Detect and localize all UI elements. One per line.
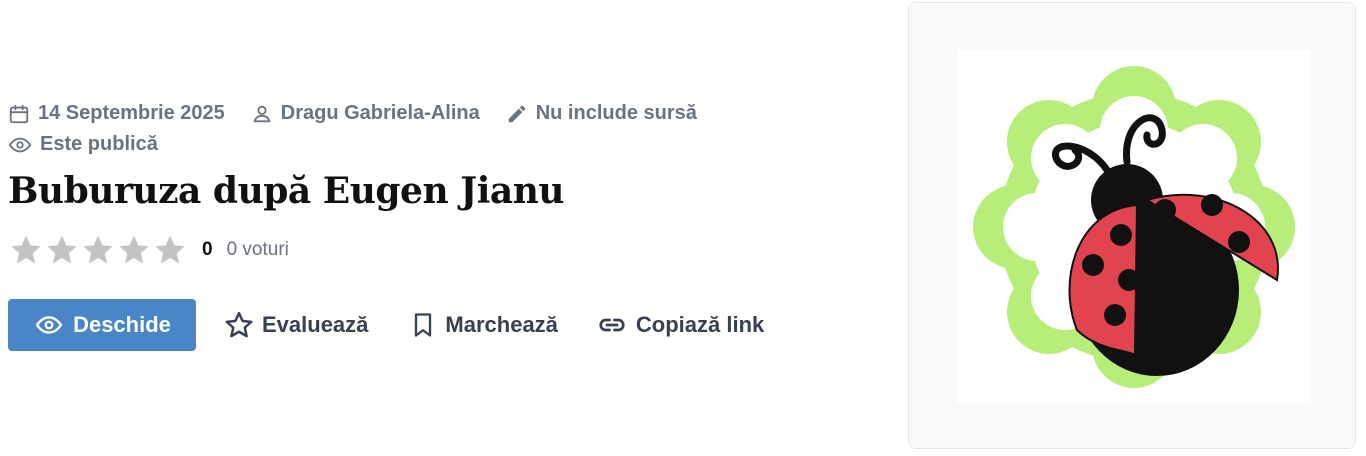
copy-link-button[interactable]: Copiază link: [596, 310, 764, 340]
star-outline-icon: [225, 311, 253, 338]
meta-source: Nu include sursă: [506, 102, 697, 125]
star-icon[interactable]: [8, 232, 44, 268]
eye-icon: [8, 137, 32, 152]
action-bar: Deschide Evaluează Marchează Copiază lin…: [8, 299, 764, 351]
open-button[interactable]: Deschide: [8, 299, 196, 351]
meta-row-visibility: Este publică: [8, 133, 184, 156]
star-icon[interactable]: [80, 232, 116, 268]
bookmark-icon: [415, 313, 432, 337]
author-text: Dragu Gabriela-Alina: [280, 102, 480, 124]
rating-bar: 0 0 voturi: [8, 232, 289, 268]
thumbnail-card[interactable]: [908, 2, 1356, 449]
star-icon[interactable]: [152, 232, 188, 268]
user-icon: [253, 105, 271, 122]
rate-button[interactable]: Evaluează: [224, 310, 368, 340]
eye-icon: [35, 316, 63, 334]
star-icon[interactable]: [44, 232, 80, 268]
rating-votes: 0 voturi: [226, 239, 289, 260]
meta-row: 14 Septembrie 2025 Dragu Gabriela-Alina …: [8, 102, 723, 125]
bookmark-button[interactable]: Marchează: [409, 310, 558, 340]
copy-link-button-label: Copiază link: [635, 312, 765, 337]
source-text: Nu include sursă: [535, 102, 697, 124]
meta-date: 14 Septembrie 2025: [8, 102, 225, 125]
star-icon[interactable]: [116, 232, 152, 268]
pencil-icon: [508, 105, 525, 122]
rating-count: 0: [202, 239, 213, 260]
meta-visibility: Este publică: [8, 133, 158, 156]
date-text: 14 Septembrie 2025: [38, 102, 225, 124]
visibility-text: Este publică: [40, 133, 158, 155]
thumbnail-image: [957, 50, 1311, 404]
open-button-label: Deschide: [73, 312, 171, 337]
rate-button-label: Evaluează: [262, 312, 369, 337]
link-icon: [599, 318, 625, 332]
meta-author: Dragu Gabriela-Alina: [251, 102, 480, 125]
calendar-icon: [9, 104, 29, 123]
star-rating[interactable]: [8, 232, 188, 268]
bookmark-button-label: Marchează: [445, 312, 558, 337]
page-title: Buburuza după Eugen Jianu: [8, 170, 565, 212]
ladybug-illustration: [973, 66, 1295, 388]
